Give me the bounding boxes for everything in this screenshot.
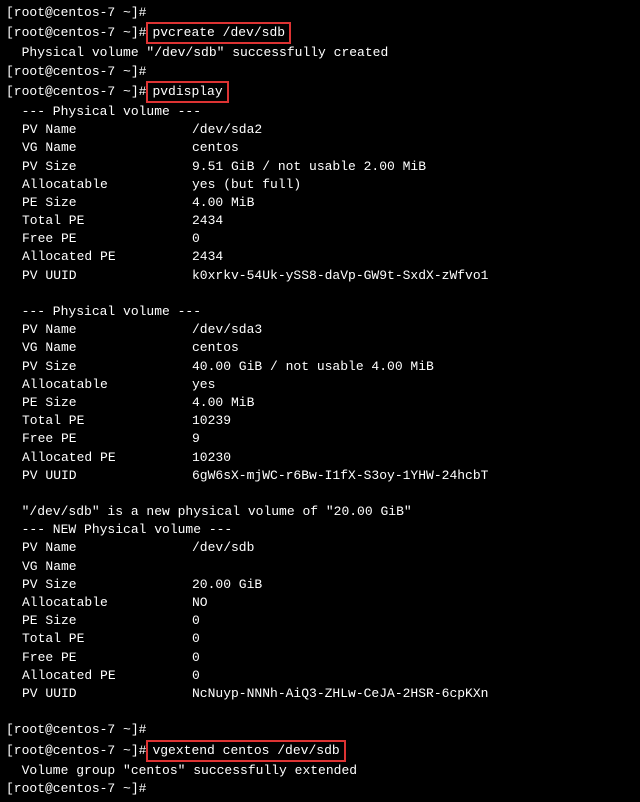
pv-row: Free PE9 <box>22 430 634 448</box>
pv-row: PE Size4.00 MiB <box>22 394 634 412</box>
blank-line <box>6 703 634 721</box>
pv-row: Total PE0 <box>22 630 634 648</box>
pv-row: PE Size0 <box>22 612 634 630</box>
pv-row: Free PE0 <box>22 649 634 667</box>
pv-row: Allocated PE10230 <box>22 449 634 467</box>
pv-row: Allocated PE0 <box>22 667 634 685</box>
output-line: Physical volume "/dev/sdb" successfully … <box>6 44 634 62</box>
pv-row: PV Name/dev/sda2 <box>22 121 634 139</box>
pv-row: PV Name/dev/sda3 <box>22 321 634 339</box>
pv-row: PV UUIDk0xrkv-54Uk-ySS8-daVp-GW9t-SxdX-z… <box>22 267 634 285</box>
shell-command-row[interactable]: [root@centos-7 ~]# vgextend centos /dev/… <box>6 740 634 762</box>
pv-row: VG Name <box>22 558 634 576</box>
shell-prompt[interactable]: [root@centos-7 ~]# <box>6 780 634 798</box>
pv-row: VG Namecentos <box>22 339 634 357</box>
pv-row: PV UUID6gW6sX-mjWC-r6Bw-I1fX-S3oy-1YHW-2… <box>22 467 634 485</box>
shell-prompt: [root@centos-7 ~]# <box>6 742 146 760</box>
shell-prompt[interactable]: [root@centos-7 ~]# <box>6 4 634 22</box>
pvcreate-command-highlight: pvcreate /dev/sdb <box>146 22 291 44</box>
pv-section-header: --- Physical volume --- <box>6 303 634 321</box>
blank-line <box>6 485 634 503</box>
shell-command-row[interactable]: [root@centos-7 ~]# pvdisplay <box>6 81 634 103</box>
pv-row: Allocated PE2434 <box>22 248 634 266</box>
shell-prompt[interactable]: [root@centos-7 ~]# <box>6 63 634 81</box>
pv-row: PV Name/dev/sdb <box>22 539 634 557</box>
pv-row: PV Size9.51 GiB / not usable 2.00 MiB <box>22 158 634 176</box>
shell-prompt: [root@centos-7 ~]# <box>6 83 146 101</box>
pv-row: AllocatableNO <box>22 594 634 612</box>
pv-row: Allocatableyes <box>22 376 634 394</box>
shell-prompt: [root@centos-7 ~]# <box>6 24 146 42</box>
blank-line <box>6 285 634 303</box>
pvdisplay-command-highlight: pvdisplay <box>146 81 228 103</box>
output-line: Volume group "centos" successfully exten… <box>6 762 634 780</box>
output-line: "/dev/sdb" is a new physical volume of "… <box>6 503 634 521</box>
pv-row: PE Size4.00 MiB <box>22 194 634 212</box>
pv-section-header: --- NEW Physical volume --- <box>6 521 634 539</box>
pv-row: PV Size40.00 GiB / not usable 4.00 MiB <box>22 358 634 376</box>
pv-row: Total PE2434 <box>22 212 634 230</box>
pv-row: VG Namecentos <box>22 139 634 157</box>
pv-section-header: --- Physical volume --- <box>6 103 634 121</box>
shell-command-row[interactable]: [root@centos-7 ~]# pvcreate /dev/sdb <box>6 22 634 44</box>
pv-row: Allocatableyes (but full) <box>22 176 634 194</box>
pv-row: PV UUIDNcNuyp-NNNh-AiQ3-ZHLw-CeJA-2HSR-6… <box>22 685 634 703</box>
vgextend-command-highlight: vgextend centos /dev/sdb <box>146 740 345 762</box>
pv-row: Total PE10239 <box>22 412 634 430</box>
pv-row: PV Size20.00 GiB <box>22 576 634 594</box>
shell-prompt[interactable]: [root@centos-7 ~]# <box>6 721 634 739</box>
pv-row: Free PE0 <box>22 230 634 248</box>
